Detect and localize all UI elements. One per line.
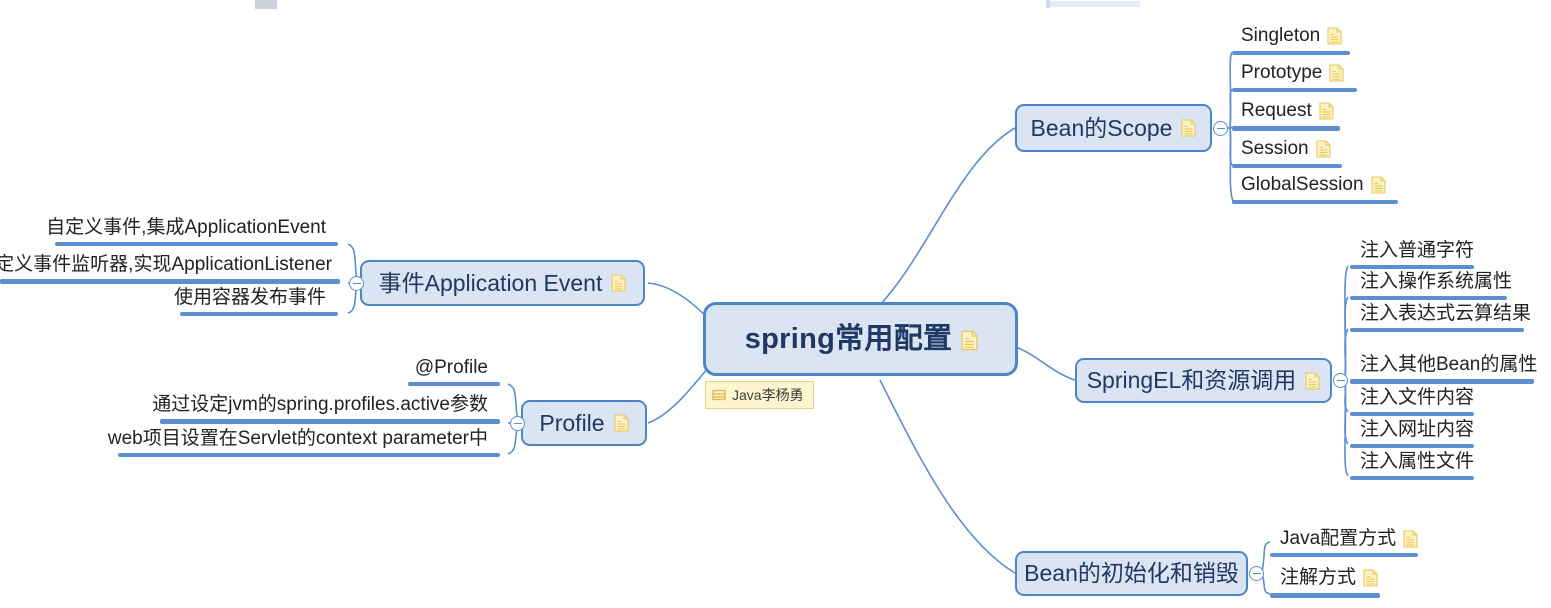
leaf-node-label: 通过设定jvm的spring.profiles.active参数	[152, 394, 488, 415]
leaf-node-label: 注入普通字符	[1360, 240, 1475, 261]
leaf-node[interactable]: 注入网址内容	[1360, 420, 1474, 439]
leaf-node-label: 注入表达式云算结果	[1360, 303, 1532, 324]
leaf-underline	[160, 419, 500, 424]
branch-node-label: SpringEL和资源调用	[1086, 367, 1297, 393]
collapse-toggle-application-event[interactable]	[349, 276, 364, 291]
leaf-node-label: Singleton	[1241, 25, 1321, 46]
collapse-toggle-bean-init-destroy[interactable]	[1249, 566, 1264, 581]
leaf-node-label: 注入操作系统属性	[1360, 271, 1513, 292]
branch-node-label: Bean的Scope	[1030, 114, 1173, 141]
leaf-underline	[1232, 51, 1350, 55]
leaf-node[interactable]: 注入操作系统属性	[1360, 272, 1512, 291]
table-icon	[712, 388, 726, 402]
top-scroll-artifact	[255, 0, 277, 9]
leaf-underline	[1232, 200, 1398, 204]
leaf-node[interactable]: Request	[1241, 101, 1334, 120]
note-icon[interactable]	[611, 274, 626, 292]
leaf-node-label: 注解方式	[1280, 567, 1357, 588]
leaf-node-label: web项目设置在Servlet的context parameter中	[107, 428, 488, 449]
leaf-underline	[1232, 164, 1342, 168]
leaf-node[interactable]: 注解方式	[1280, 568, 1378, 587]
leaf-underline	[1350, 476, 1474, 480]
note-icon[interactable]	[1370, 176, 1386, 194]
leaf-underline	[408, 382, 500, 386]
note-icon[interactable]	[1403, 530, 1418, 548]
note-icon[interactable]	[614, 414, 629, 432]
branch-node-application-event[interactable]: 事件Application Event	[360, 260, 645, 306]
branch-node-springel[interactable]: SpringEL和资源调用	[1075, 358, 1332, 403]
collapse-toggle-springel[interactable]	[1333, 373, 1348, 388]
note-icon[interactable]	[1329, 64, 1344, 82]
leaf-node[interactable]: Java配置方式	[1280, 529, 1418, 548]
root-node[interactable]: spring常用配置	[703, 302, 1018, 376]
collapse-toggle-profile[interactable]	[510, 416, 525, 431]
leaf-underline	[180, 312, 338, 316]
leaf-underline	[1350, 265, 1474, 269]
leaf-node[interactable]: Prototype	[1241, 63, 1344, 82]
leaf-node[interactable]: 注入普通字符	[1360, 241, 1474, 260]
leaf-underline	[1350, 379, 1534, 384]
leaf-node-label: 使用容器发布事件	[173, 287, 326, 308]
leaf-node[interactable]: @Profile	[120, 358, 488, 377]
leaf-underline	[1350, 296, 1507, 300]
leaf-underline	[1270, 593, 1380, 598]
leaf-node[interactable]: 注入文件内容	[1360, 388, 1474, 407]
branch-node-bean-init-destroy[interactable]: Bean的初始化和销毁	[1015, 551, 1248, 596]
leaf-node-label: Prototype	[1241, 62, 1323, 83]
leaf-underline	[1232, 126, 1340, 131]
leaf-node[interactable]: 注入其他Bean的属性	[1360, 355, 1537, 374]
leaf-node-label: @Profile	[414, 357, 488, 378]
branch-node-bean-scope[interactable]: Bean的Scope	[1015, 104, 1212, 152]
branch-node-label: Bean的初始化和销毁	[1024, 560, 1239, 586]
leaf-node[interactable]: 注入表达式云算结果	[1360, 304, 1531, 323]
leaf-node[interactable]: 注入属性文件	[1360, 452, 1474, 471]
leaf-node-label: 自定义事件,集成ApplicationEvent	[46, 217, 326, 238]
top-node-artifact-edge	[1046, 0, 1050, 8]
note-icon[interactable]	[1363, 569, 1378, 587]
leaf-node[interactable]: 使用容器发布事件	[0, 288, 326, 307]
note-icon[interactable]	[1181, 119, 1197, 137]
mindmap-canvas: spring常用配置 Java李杨勇 Bean的Scope Singleton …	[0, 0, 1551, 608]
leaf-node[interactable]: web项目设置在Servlet的context parameter中	[107, 428, 488, 449]
leaf-underline	[1350, 328, 1524, 332]
leaf-underline	[0, 279, 340, 284]
leaf-node[interactable]: 自定义事件,集成ApplicationEvent	[0, 218, 326, 237]
top-node-artifact	[1050, 1, 1140, 7]
leaf-node-label: 定义事件监听器,实现ApplicationListener	[0, 254, 332, 275]
leaf-node-label: GlobalSession	[1241, 174, 1364, 195]
leaf-node-label: 注入文件内容	[1360, 387, 1475, 408]
note-icon[interactable]	[1305, 371, 1320, 390]
leaf-node[interactable]: Singleton	[1241, 26, 1342, 45]
branch-node-label: Profile	[539, 409, 605, 436]
leaf-node[interactable]: GlobalSession	[1241, 175, 1386, 194]
root-label-badge-text: Java李杨勇	[732, 387, 804, 403]
leaf-node[interactable]: 通过设定jvm的spring.profiles.active参数	[120, 395, 488, 414]
leaf-underline	[1350, 444, 1474, 448]
leaf-node-label: Session	[1241, 138, 1309, 159]
leaf-node[interactable]: 定义事件监听器,实现ApplicationListener	[0, 255, 332, 274]
note-icon[interactable]	[1316, 140, 1331, 158]
leaf-node-label: 注入其他Bean的属性	[1360, 354, 1538, 375]
root-node-label: spring常用配置	[744, 322, 953, 355]
branch-node-label: 事件Application Event	[378, 269, 603, 296]
leaf-node-label: Request	[1241, 100, 1312, 121]
root-label-badge[interactable]: Java李杨勇	[705, 381, 814, 409]
collapse-toggle-bean-scope[interactable]	[1213, 121, 1228, 136]
note-icon[interactable]	[1319, 102, 1334, 120]
leaf-node-label: 注入网址内容	[1360, 419, 1475, 440]
leaf-underline	[118, 453, 500, 457]
leaf-node-label: 注入属性文件	[1360, 451, 1475, 472]
leaf-node-label: Java配置方式	[1280, 528, 1397, 549]
leaf-underline	[1270, 553, 1418, 557]
branch-node-profile[interactable]: Profile	[521, 400, 647, 446]
note-icon[interactable]	[961, 330, 978, 351]
leaf-underline	[1232, 88, 1357, 92]
leaf-underline	[55, 242, 338, 246]
leaf-node[interactable]: Session	[1241, 139, 1331, 158]
leaf-underline	[1350, 412, 1474, 416]
note-icon[interactable]	[1327, 27, 1342, 45]
